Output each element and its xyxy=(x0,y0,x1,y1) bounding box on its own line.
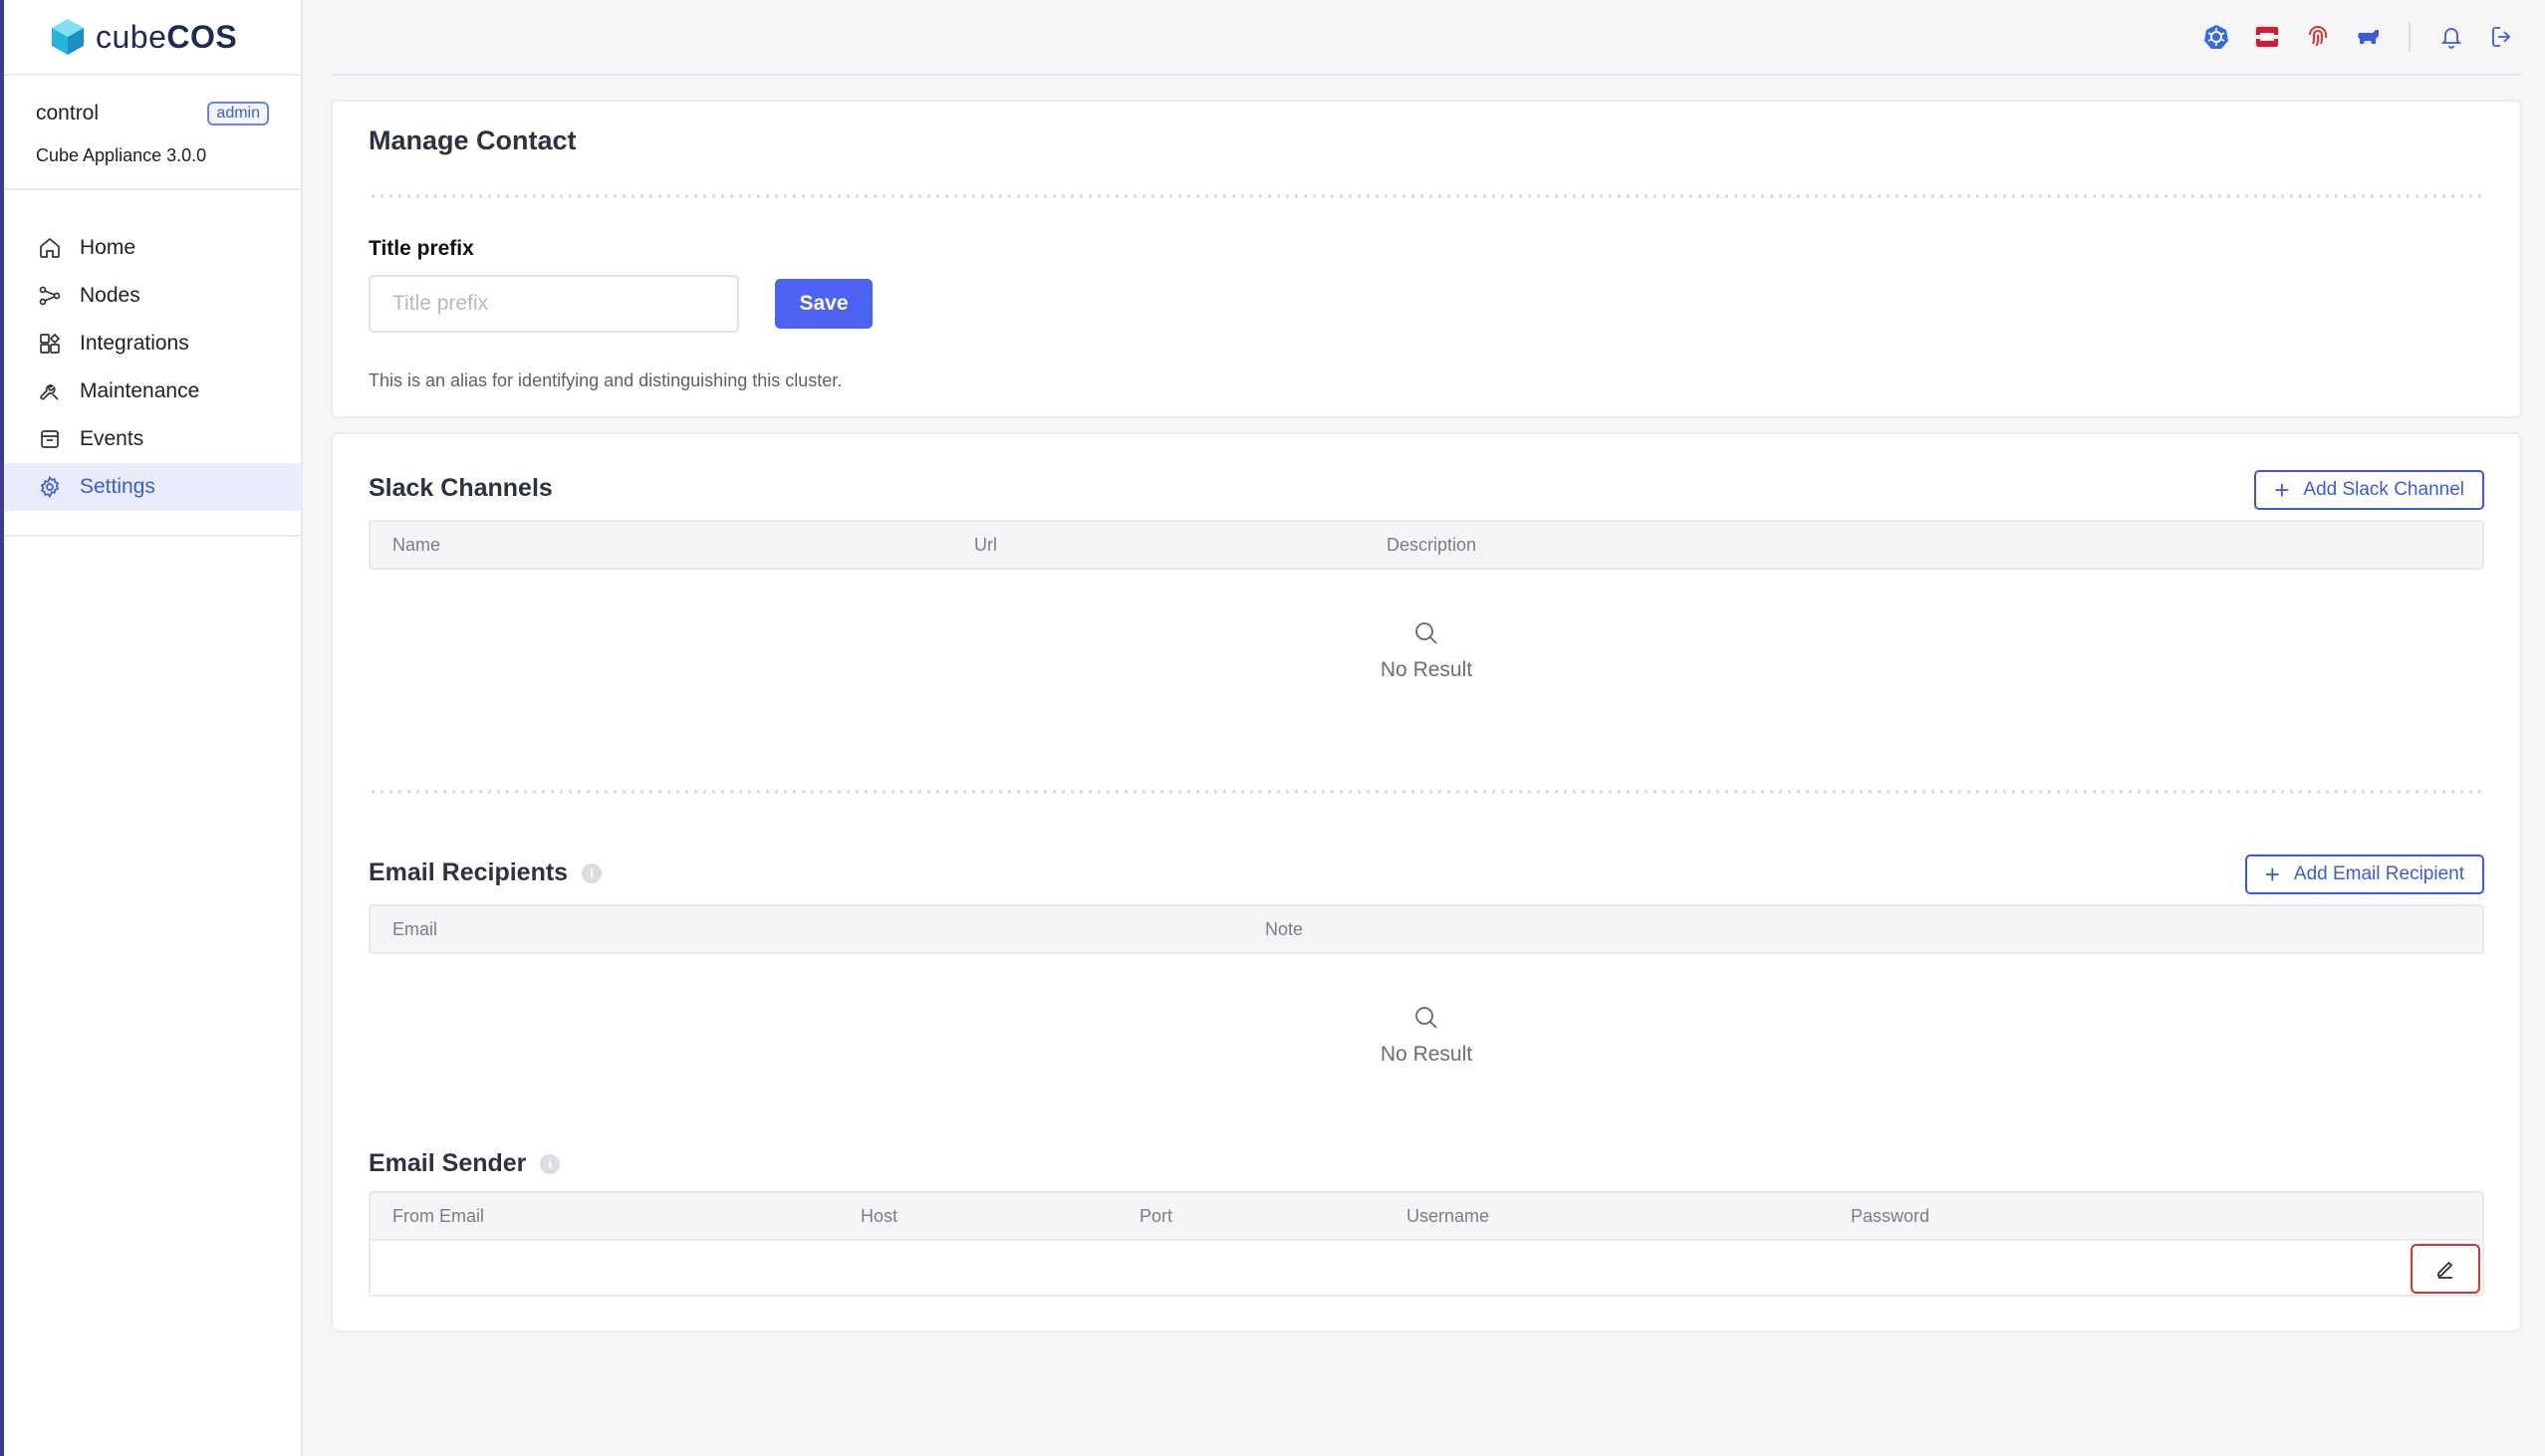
email-recipients-title: Email Recipients i xyxy=(369,858,603,887)
cube-logo-icon xyxy=(52,19,84,55)
notifications-button[interactable] xyxy=(2437,23,2465,51)
logout-button[interactable] xyxy=(2488,23,2516,51)
add-email-recipient-button[interactable]: + Add Email Recipient xyxy=(2244,854,2484,894)
role-badge: admin xyxy=(207,102,269,125)
title-prefix-label: Title prefix xyxy=(369,237,474,260)
email-recipients-table-header: Email Note xyxy=(369,904,2484,954)
fingerprint-icon xyxy=(2309,26,2327,47)
sidebar-item-label: Maintenance xyxy=(80,379,200,402)
title-prefix-input[interactable] xyxy=(369,275,739,333)
manage-contact-card: Manage Contact Title prefix Save This is… xyxy=(331,100,2522,418)
dotted-divider xyxy=(369,194,2484,198)
search-icon xyxy=(1415,622,1437,644)
top-bar xyxy=(331,0,2522,76)
notifications-card: Slack Channels + Add Slack Channel Name … xyxy=(331,432,2522,1333)
kubernetes-button[interactable] xyxy=(2202,23,2230,51)
info-icon[interactable]: i xyxy=(540,1153,561,1174)
sidebar-item-home[interactable]: Home xyxy=(4,224,301,272)
sidebar-item-label: Home xyxy=(80,236,136,259)
cloud-button[interactable] xyxy=(2355,23,2383,51)
info-icon[interactable]: i xyxy=(582,862,603,883)
edit-email-sender-button[interactable] xyxy=(2411,1244,2480,1294)
sidebar-item-label: Nodes xyxy=(80,284,140,307)
nodes-icon xyxy=(39,286,61,306)
dotted-divider xyxy=(369,790,2484,794)
email-recipients-empty-state: No Result xyxy=(369,1004,2484,1067)
column-header: Description xyxy=(1387,535,1477,555)
column-header: Port xyxy=(1140,1206,1173,1226)
appliance-version: Cube Appliance 3.0.0 xyxy=(36,145,207,165)
email-sender-table-header: From Email Host Port Username Password xyxy=(369,1191,2484,1241)
openstack-icon xyxy=(2256,27,2278,47)
integrations-icon xyxy=(40,333,61,354)
slack-channels-title: Slack Channels xyxy=(369,474,553,502)
events-icon xyxy=(41,430,59,448)
column-header: Note xyxy=(1265,919,1304,939)
bell-icon xyxy=(2440,28,2462,49)
sidebar: cubeCOS control admin Cube Appliance 3.0… xyxy=(0,0,303,1456)
email-sender-row xyxy=(369,1241,2484,1297)
column-header: Password xyxy=(1851,1206,1930,1226)
sidebar-nav: Home Nodes Integrations Maintenance Even… xyxy=(4,190,301,537)
plus-icon: + xyxy=(2274,475,2290,505)
column-header: Username xyxy=(1406,1206,1490,1226)
email-sender-title: Email Sender i xyxy=(369,1149,561,1178)
node-name: control xyxy=(36,102,100,124)
pencil-icon xyxy=(2437,1261,2453,1279)
sidebar-item-label: Integrations xyxy=(80,332,189,355)
brand-name: cubeCOS xyxy=(96,18,238,55)
top-actions xyxy=(2179,22,2516,52)
column-header: Url xyxy=(974,535,997,555)
home-icon xyxy=(40,237,60,258)
brand-logo[interactable]: cubeCOS xyxy=(4,0,301,76)
sidebar-item-events[interactable]: Events xyxy=(4,415,301,463)
title-prefix-hint: This is an alias for identifying and dis… xyxy=(369,370,843,390)
empty-text: No Result xyxy=(1380,1043,1473,1066)
column-header: Email xyxy=(392,919,438,939)
sidebar-item-integrations[interactable]: Integrations xyxy=(4,320,301,367)
add-slack-channel-button[interactable]: + Add Slack Channel xyxy=(2254,470,2484,510)
sidebar-item-settings[interactable]: Settings xyxy=(4,463,301,511)
openstack-button[interactable] xyxy=(2253,23,2281,51)
logout-icon xyxy=(2492,27,2511,47)
kubernetes-icon xyxy=(2204,25,2228,49)
column-header: From Email xyxy=(392,1206,485,1226)
save-button[interactable]: Save xyxy=(775,279,873,329)
empty-text: No Result xyxy=(1380,658,1473,681)
sidebar-item-label: Settings xyxy=(80,475,155,498)
column-header: Host xyxy=(861,1206,898,1226)
node-context: control admin Cube Appliance 3.0.0 xyxy=(4,76,301,190)
wrench-icon xyxy=(40,384,59,400)
sidebar-item-label: Events xyxy=(80,427,144,450)
sidebar-item-maintenance[interactable]: Maintenance xyxy=(4,367,301,415)
sidebar-item-nodes[interactable]: Nodes xyxy=(4,272,301,320)
column-header: Name xyxy=(392,535,441,555)
slack-table-header: Name Url Description xyxy=(369,520,2484,570)
page-title: Manage Contact xyxy=(369,125,577,155)
fingerprint-button[interactable] xyxy=(2304,23,2332,51)
plus-icon: + xyxy=(2264,859,2280,889)
search-icon xyxy=(1415,1007,1437,1029)
toolbar-divider xyxy=(2409,22,2411,52)
cloud-icon xyxy=(2358,30,2379,44)
slack-empty-state: No Result xyxy=(369,619,2484,682)
gear-icon xyxy=(40,475,60,499)
